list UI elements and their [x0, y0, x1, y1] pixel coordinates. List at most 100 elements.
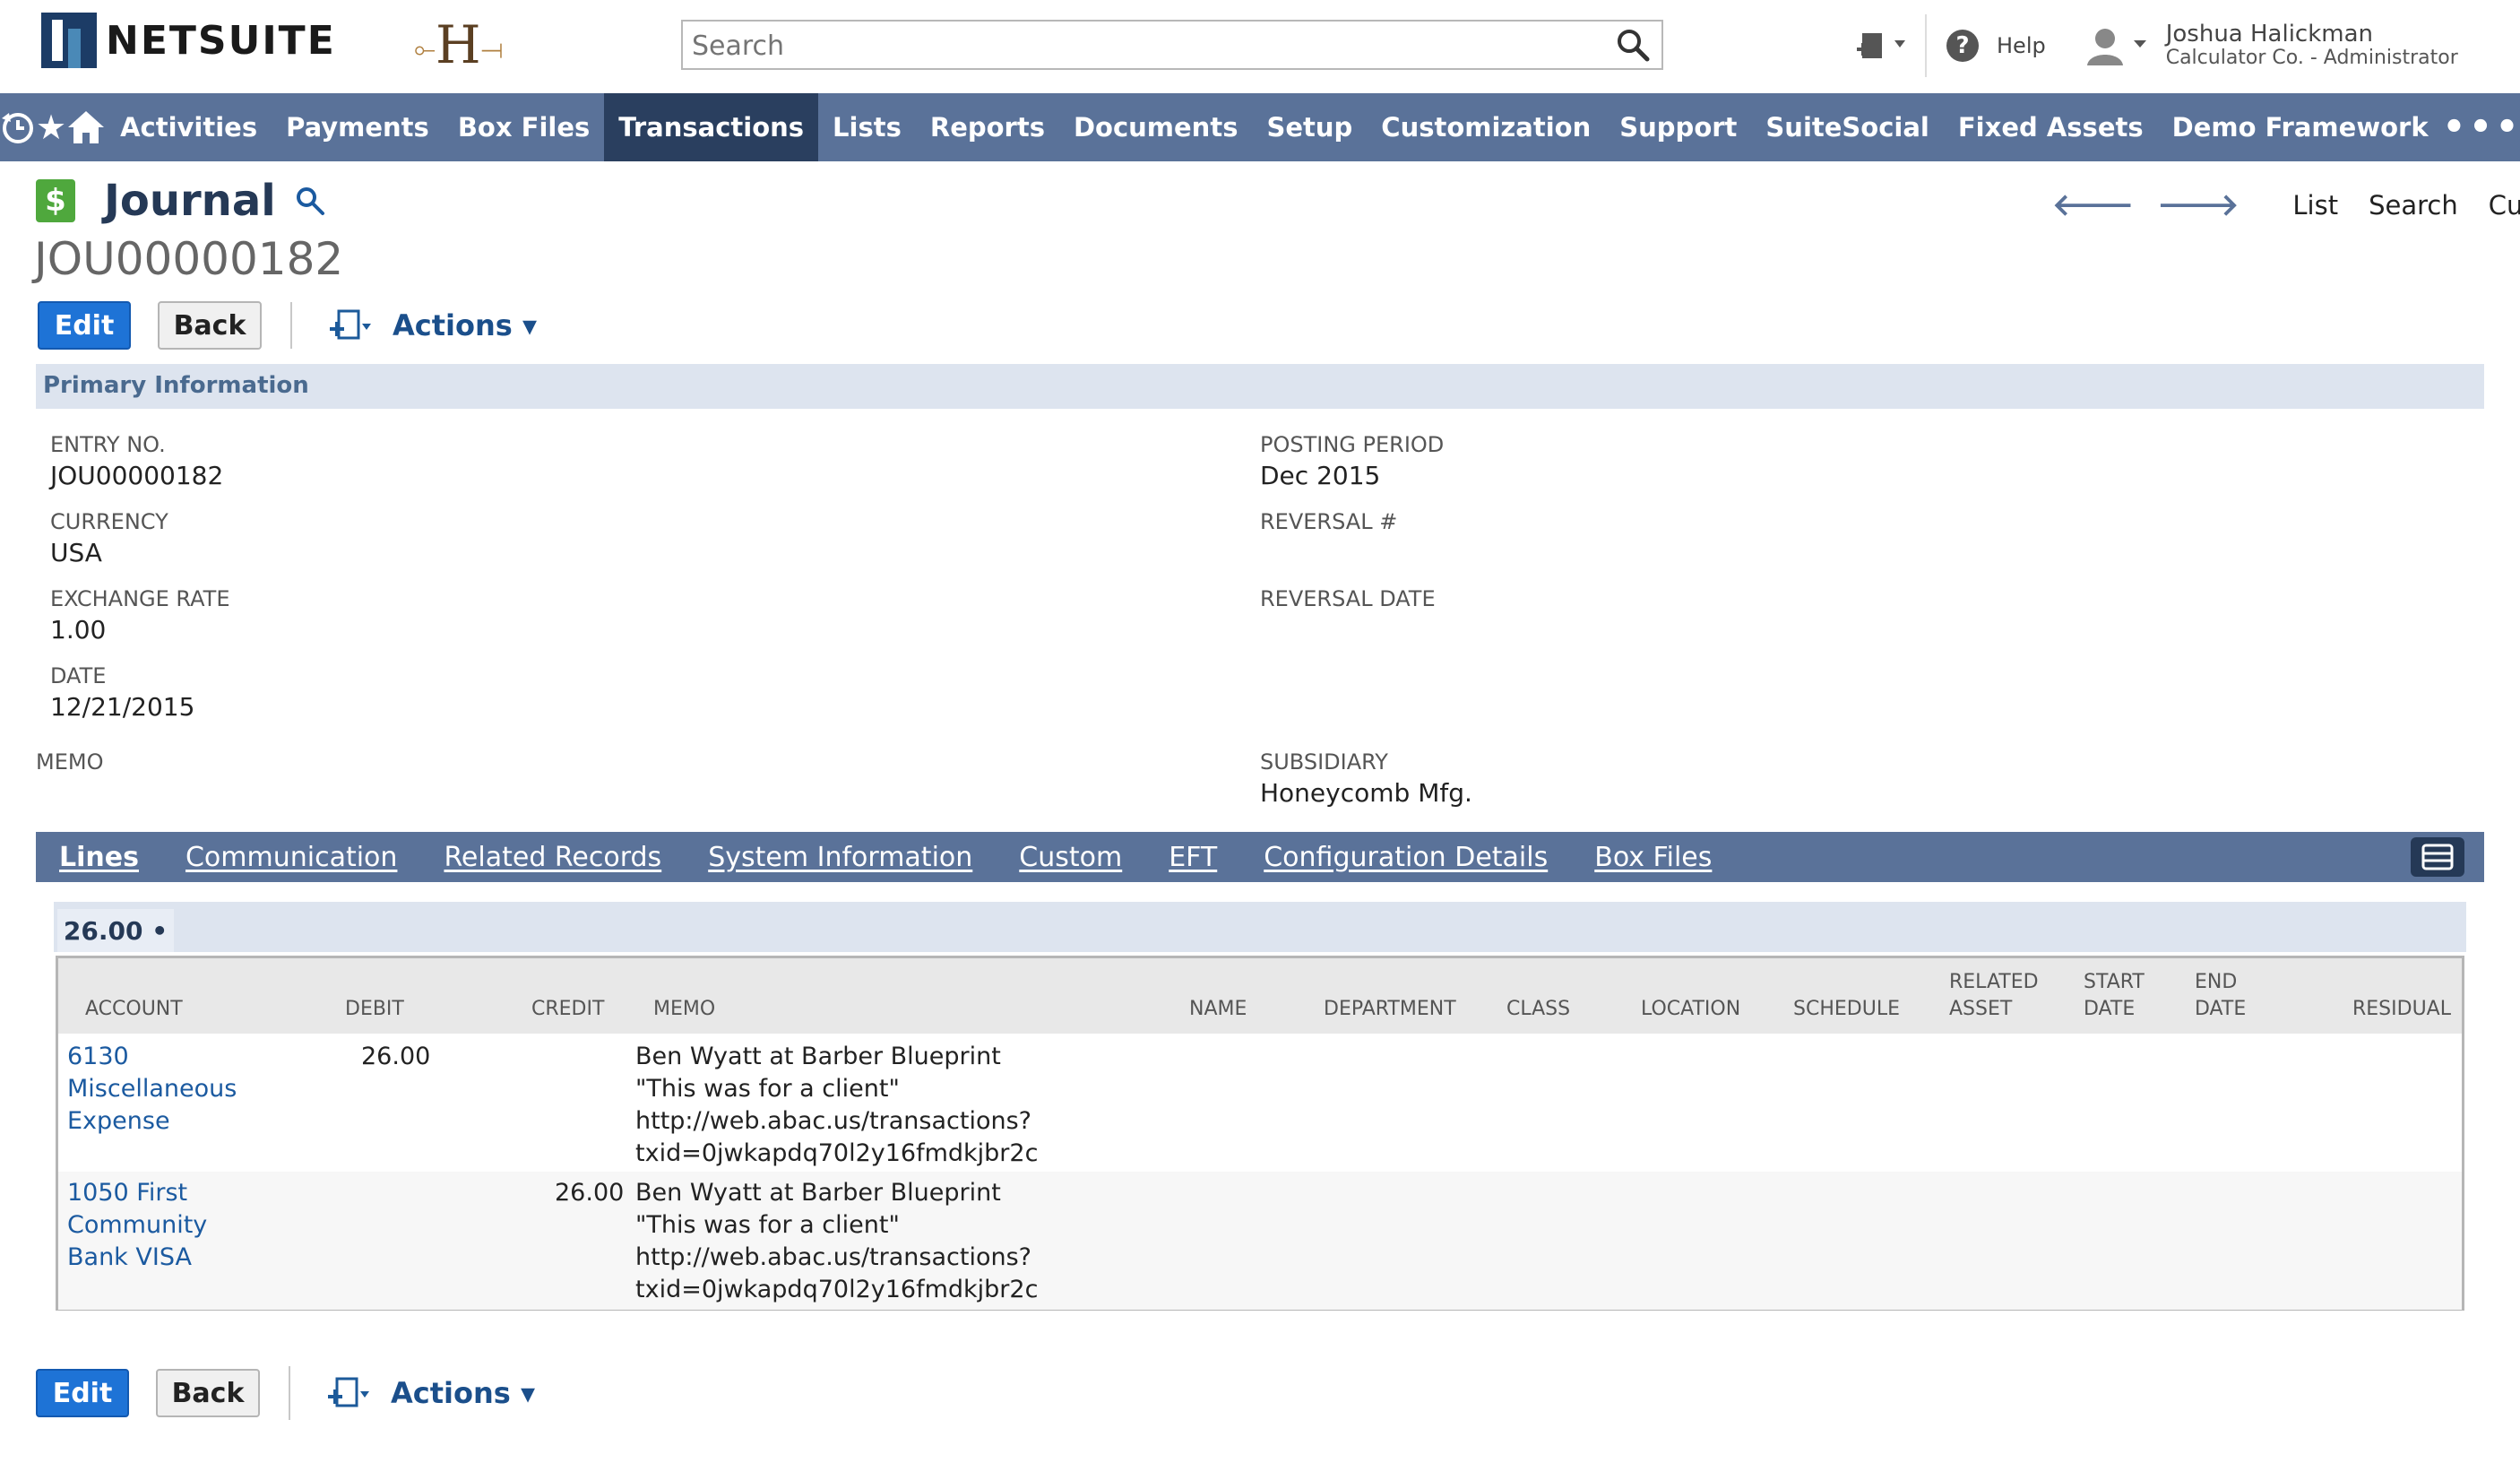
date-label: DATE [50, 663, 107, 688]
bottom-toolbar: Edit Back Actions ▾ [36, 1366, 535, 1420]
exchange-rate-value: 1.00 [50, 615, 107, 645]
col-account[interactable]: ACCOUNT [85, 996, 183, 1023]
global-search[interactable] [681, 20, 1663, 70]
back-button[interactable]: Back [158, 301, 262, 350]
table-header: ACCOUNT DEBIT CREDIT MEMO NAME DEPARTMEN… [58, 958, 2462, 1034]
tab-custom[interactable]: Custom [996, 842, 1145, 873]
home-icon[interactable] [66, 93, 106, 161]
lines-total-strip: 26.00 • [54, 902, 2466, 952]
new-document-icon[interactable] [328, 306, 373, 345]
user-avatar-icon[interactable] [2078, 24, 2153, 67]
nav-fixed-assets[interactable]: Fixed Assets [1944, 93, 2158, 161]
main-nav: ★ Activities Payments Box Files Transact… [0, 93, 2520, 161]
edit-button[interactable]: Edit [38, 301, 131, 350]
table-row[interactable]: 1050 First Community Bank VISA 26.00 Ben… [58, 1172, 2462, 1310]
col-start-date[interactable]: START DATE [2084, 969, 2155, 1023]
currency-value: USA [50, 538, 102, 567]
tab-lines[interactable]: Lines [36, 842, 162, 873]
new-document-icon[interactable] [326, 1373, 371, 1413]
back-button-bottom[interactable]: Back [156, 1369, 260, 1417]
nav-support[interactable]: Support [1605, 93, 1751, 161]
netsuite-wordmark: NETSUITE [106, 17, 336, 64]
header-divider [1925, 14, 1927, 77]
col-schedule[interactable]: SCHEDULE [1793, 996, 1900, 1023]
toolbar-divider [290, 302, 292, 349]
credit-value: 26.00 [555, 1179, 625, 1207]
account-link[interactable]: 1050 First Community Bank VISA [67, 1177, 207, 1274]
memo-label: MEMO [36, 749, 104, 775]
col-memo[interactable]: MEMO [653, 996, 715, 1023]
next-record-arrow-icon[interactable]: 🡒 [2157, 186, 2239, 223]
nav-transactions[interactable]: Transactions [604, 93, 819, 161]
reversal-number-label: REVERSAL # [1260, 509, 1398, 534]
nav-lists[interactable]: Lists [818, 93, 916, 161]
record-number: JOU00000182 [34, 233, 344, 285]
nav-activities[interactable]: Activities [106, 93, 272, 161]
memo-value: Ben Wyatt at Barber Blueprint "This was … [635, 1179, 1039, 1303]
col-residual[interactable]: RESIDUAL [2352, 996, 2451, 1023]
col-name[interactable]: NAME [1189, 996, 1247, 1023]
tab-communication[interactable]: Communication [162, 842, 420, 873]
tab-eft[interactable]: EFT [1145, 842, 1240, 873]
favorites-star-icon[interactable]: ★ [36, 93, 66, 161]
record-nav: 🡐 🡒 List Search Customize [2052, 186, 2520, 223]
col-class[interactable]: CLASS [1506, 996, 1570, 1023]
lines-table: ACCOUNT DEBIT CREDIT MEMO NAME DEPARTMEN… [56, 956, 2464, 1311]
netsuite-logo-mark [41, 13, 97, 68]
record-search-icon[interactable] [294, 185, 326, 217]
page-header: $ Journal [36, 176, 326, 226]
col-related-asset[interactable]: RELATED ASSET [1949, 969, 2048, 1023]
collapse-tabs-icon[interactable] [2411, 837, 2464, 877]
primary-information-header[interactable]: Primary Information [36, 364, 2484, 409]
nav-demo-framework[interactable]: Demo Framework [2158, 93, 2443, 161]
table-row[interactable]: 6130 Miscellaneous Expense 26.00 Ben Wya… [58, 1034, 2462, 1173]
memo-value: Ben Wyatt at Barber Blueprint "This was … [635, 1043, 1039, 1167]
tab-system-information[interactable]: System Information [685, 842, 996, 873]
nav-more-icon[interactable]: ••• [2443, 107, 2520, 148]
user-role: Calculator Co. - Administrator [2165, 47, 2458, 69]
section-title: Primary Information [43, 372, 309, 399]
top-toolbar: Edit Back Actions ▾ [38, 301, 537, 350]
col-end-date[interactable]: END DATE [2195, 969, 2266, 1023]
col-location[interactable]: LOCATION [1641, 996, 1740, 1023]
search-link[interactable]: Search [2369, 190, 2458, 221]
nav-customization[interactable]: Customization [1367, 93, 1605, 161]
nav-payments[interactable]: Payments [272, 93, 444, 161]
tab-box-files[interactable]: Box Files [1571, 842, 1735, 873]
help-icon[interactable]: ? [1946, 30, 1979, 62]
nav-documents[interactable]: Documents [1059, 93, 1253, 161]
col-debit[interactable]: DEBIT [345, 996, 404, 1023]
col-department[interactable]: DEPARTMENT [1324, 996, 1456, 1023]
entry-no-label: ENTRY NO. [50, 432, 166, 457]
nav-box-files[interactable]: Box Files [444, 93, 604, 161]
toolbar-divider [289, 1366, 290, 1420]
list-link[interactable]: List [2292, 190, 2338, 221]
tab-related-records[interactable]: Related Records [420, 842, 685, 873]
page-title: Journal [104, 176, 276, 226]
customize-link[interactable]: Customize [2489, 190, 2520, 221]
nav-reports[interactable]: Reports [916, 93, 1059, 161]
lines-total-tab[interactable]: 26.00 • [57, 909, 174, 952]
exchange-rate-label: EXCHANGE RATE [50, 586, 230, 611]
journal-record-icon: $ [36, 179, 75, 222]
create-new-icon[interactable] [1855, 26, 1909, 65]
nav-setup[interactable]: Setup [1252, 93, 1367, 161]
netsuite-logo[interactable]: NETSUITE [41, 13, 336, 68]
tab-configuration-details[interactable]: Configuration Details [1240, 842, 1571, 873]
actions-menu-bottom[interactable]: Actions ▾ [391, 1376, 535, 1410]
search-icon[interactable] [1615, 27, 1651, 63]
account-link[interactable]: 6130 Miscellaneous Expense [67, 1041, 237, 1138]
entry-no-value: JOU00000182 [50, 461, 224, 490]
recent-icon[interactable] [0, 93, 36, 161]
actions-menu[interactable]: Actions ▾ [393, 308, 537, 342]
debit-value: 26.00 [361, 1043, 431, 1070]
previous-record-arrow-icon[interactable]: 🡐 [2052, 186, 2134, 223]
posting-period-label: POSTING PERIOD [1260, 432, 1445, 457]
subtab-bar: Lines Communication Related Records Syst… [36, 832, 2484, 882]
col-credit[interactable]: CREDIT [531, 996, 604, 1023]
user-info[interactable]: Joshua Halickman Calculator Co. - Admini… [2166, 22, 2458, 70]
edit-button-bottom[interactable]: Edit [36, 1369, 129, 1417]
nav-suitesocial[interactable]: SuiteSocial [1751, 93, 1943, 161]
help-link[interactable]: Help [1997, 33, 2046, 58]
search-input[interactable] [683, 22, 1590, 70]
